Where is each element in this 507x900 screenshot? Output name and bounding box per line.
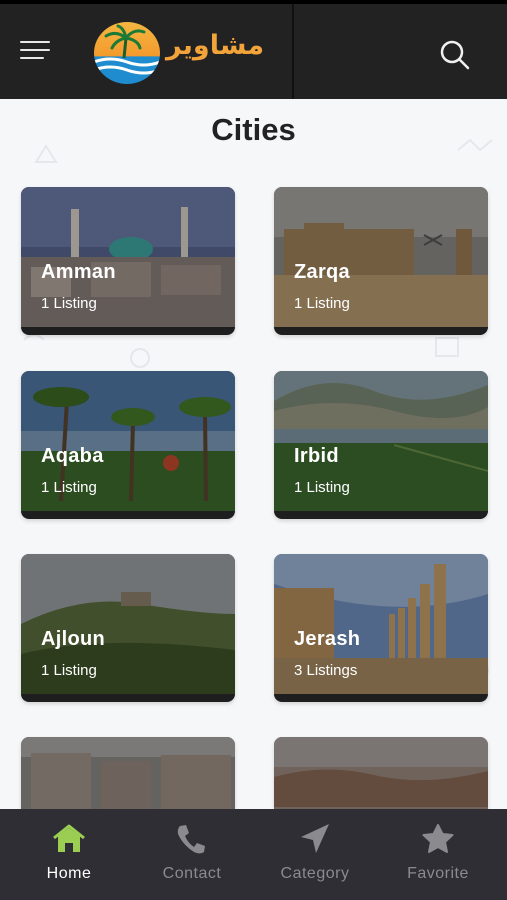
bottom-navigation: Home Contact Category Favorite <box>0 809 507 900</box>
listing-count: 1 Listing <box>294 295 350 312</box>
hamburger-line <box>20 49 50 51</box>
logo-text: مشاوير <box>166 30 265 61</box>
menu-button[interactable] <box>20 38 54 64</box>
star-icon <box>422 824 454 853</box>
nav-contact[interactable]: Contact <box>129 809 255 900</box>
city-name: Zarqa <box>294 261 350 283</box>
listing-count: 3 Listings <box>294 662 358 679</box>
app-header: مشاوير <box>0 4 507 99</box>
app-logo[interactable]: مشاوير <box>92 20 265 86</box>
listing-count: 1 Listing <box>41 662 97 679</box>
logo-emblem <box>94 22 160 84</box>
search-button[interactable] <box>438 38 472 72</box>
city-card-amman[interactable]: Amman 1 Listing <box>21 187 235 335</box>
header-divider <box>292 4 294 99</box>
city-name: Jerash <box>294 628 361 650</box>
city-name: Ajloun <box>41 628 106 650</box>
nav-category-label: Category <box>280 865 350 882</box>
phone-icon <box>177 825 205 854</box>
listing-count: 1 Listing <box>41 479 97 496</box>
city-name: Amman <box>41 261 116 283</box>
hamburger-line <box>20 57 44 59</box>
home-icon <box>53 824 85 852</box>
navigation-arrow-icon <box>301 824 329 853</box>
city-card-zarqa[interactable]: Zarqa 1 Listing <box>274 187 488 335</box>
nav-favorite-label: Favorite <box>407 865 469 882</box>
city-card-jerash[interactable]: Jerash 3 Listings <box>274 554 488 702</box>
nav-contact-label: Contact <box>162 865 222 882</box>
city-name: Irbid <box>294 445 339 467</box>
hamburger-icon <box>20 41 50 43</box>
nav-home[interactable]: Home <box>6 809 132 900</box>
city-name: Aqaba <box>41 445 104 467</box>
city-card-ajloun[interactable]: Ajloun 1 Listing <box>21 554 235 702</box>
listing-count: 1 Listing <box>294 479 350 496</box>
palm-tree-icon <box>94 24 160 75</box>
city-card-aqaba[interactable]: Aqaba 1 Listing <box>21 371 235 519</box>
listing-count: 1 Listing <box>41 295 97 312</box>
nav-category[interactable]: Category <box>252 809 378 900</box>
search-icon <box>440 40 470 70</box>
city-card-irbid[interactable]: Irbid 1 Listing <box>274 371 488 519</box>
nav-home-label: Home <box>46 865 92 882</box>
nav-favorite[interactable]: Favorite <box>375 809 501 900</box>
